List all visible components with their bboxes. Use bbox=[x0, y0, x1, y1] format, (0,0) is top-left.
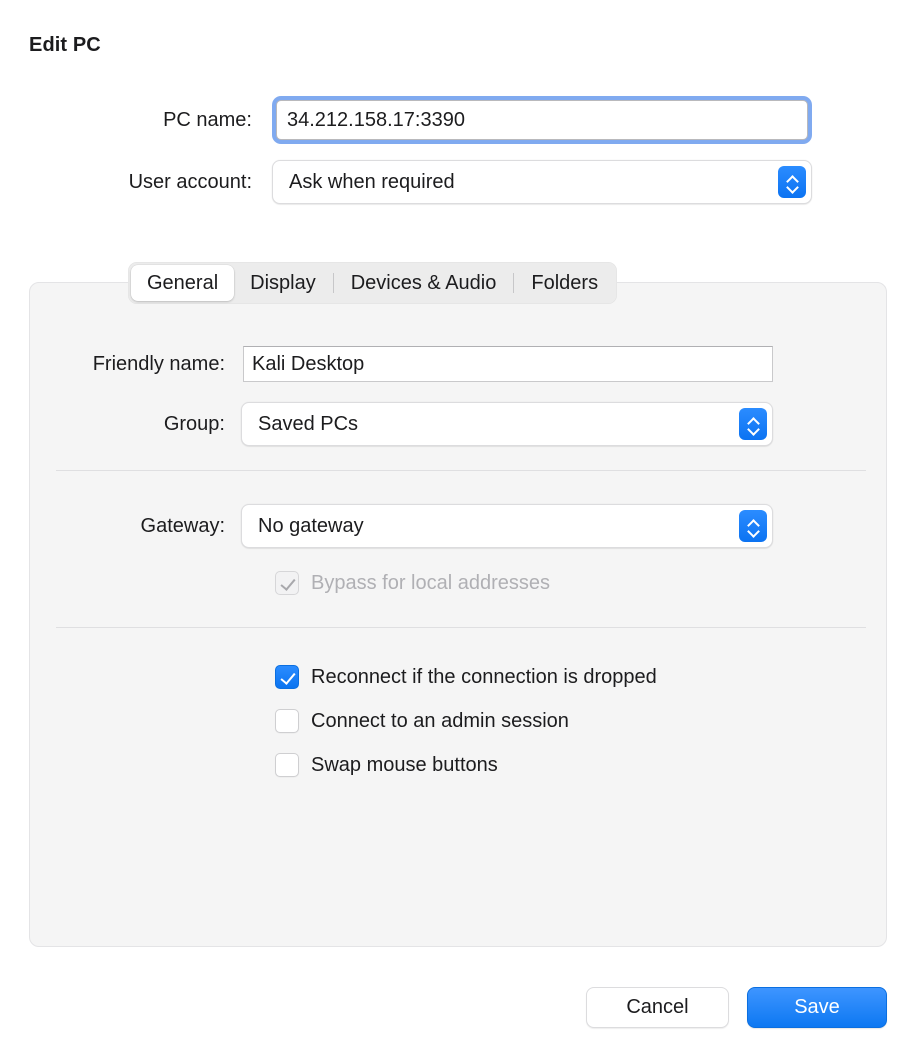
chevron-up-icon bbox=[748, 519, 759, 525]
cancel-button[interactable]: Cancel bbox=[586, 987, 729, 1028]
chevron-down-icon bbox=[748, 528, 759, 534]
friendly-name-input[interactable]: Kali Desktop bbox=[243, 346, 773, 382]
checkbox-label: Reconnect if the connection is dropped bbox=[311, 665, 657, 688]
chevron-up-down-icon[interactable] bbox=[739, 510, 767, 542]
checkbox-icon-unchecked[interactable] bbox=[275, 709, 299, 733]
friendly-name-row: Friendly name: Kali Desktop bbox=[29, 346, 773, 382]
checkbox-icon-checked[interactable] bbox=[275, 665, 299, 689]
user-account-label: User account: bbox=[128, 170, 252, 193]
page-title: Edit PC bbox=[29, 34, 101, 56]
chevron-up-icon bbox=[787, 175, 798, 181]
checkbox-reconnect-if-dropped[interactable]: Reconnect if the connection is dropped bbox=[275, 665, 657, 689]
gateway-value: No gateway bbox=[258, 514, 364, 537]
group-value: Saved PCs bbox=[258, 412, 359, 435]
chevron-up-down-icon[interactable] bbox=[739, 408, 767, 440]
chevron-up-down-icon[interactable] bbox=[778, 166, 806, 198]
user-account-row: User account: Ask when required bbox=[0, 160, 916, 204]
friendly-name-label: Friendly name: bbox=[92, 352, 225, 375]
chevron-up-icon bbox=[748, 417, 759, 423]
checkbox-label: Connect to an admin session bbox=[311, 709, 569, 732]
checkbox-label: Bypass for local addresses bbox=[311, 571, 551, 594]
checkbox-icon-unchecked[interactable] bbox=[275, 753, 299, 777]
group-label: Group: bbox=[163, 412, 225, 435]
tab-general[interactable]: General bbox=[131, 265, 235, 301]
group-select[interactable]: Saved PCs bbox=[241, 402, 773, 446]
tab-separator bbox=[513, 273, 515, 293]
pc-name-label: PC name: bbox=[163, 108, 252, 131]
dialog-footer: Cancel Save bbox=[586, 987, 887, 1028]
checkbox-label: Swap mouse buttons bbox=[311, 753, 498, 776]
tab-separator bbox=[332, 273, 334, 293]
divider-1 bbox=[56, 470, 866, 471]
user-account-value: Ask when required bbox=[289, 170, 455, 193]
gateway-row: Gateway: No gateway bbox=[29, 504, 773, 548]
pc-name-row: PC name: 34.212.158.17:3390 bbox=[0, 96, 916, 144]
checkbox-connect-admin-session[interactable]: Connect to an admin session bbox=[275, 709, 569, 733]
pc-name-input[interactable]: 34.212.158.17:3390 bbox=[276, 100, 808, 140]
gateway-label: Gateway: bbox=[140, 514, 225, 537]
tab-display[interactable]: Display bbox=[234, 265, 332, 301]
chevron-down-icon bbox=[787, 184, 798, 190]
user-account-select[interactable]: Ask when required bbox=[272, 160, 812, 204]
tab-folders[interactable]: Folders bbox=[515, 265, 614, 301]
chevron-down-icon bbox=[748, 426, 759, 432]
checkbox-bypass-local-addresses: Bypass for local addresses bbox=[275, 571, 550, 595]
tab-bar: General Display Devices & Audio Folders bbox=[128, 262, 618, 304]
checkbox-icon-checked-disabled bbox=[275, 571, 299, 595]
tab-devices-audio[interactable]: Devices & Audio bbox=[335, 265, 513, 301]
save-button[interactable]: Save bbox=[747, 987, 887, 1028]
edit-pc-dialog: Edit PC PC name: 34.212.158.17:3390 User… bbox=[0, 0, 916, 1054]
pc-name-focus-ring: 34.212.158.17:3390 bbox=[272, 96, 812, 144]
divider-2 bbox=[56, 627, 866, 628]
gateway-select[interactable]: No gateway bbox=[241, 504, 773, 548]
checkbox-swap-mouse-buttons[interactable]: Swap mouse buttons bbox=[275, 753, 498, 777]
group-row: Group: Saved PCs bbox=[29, 402, 773, 446]
